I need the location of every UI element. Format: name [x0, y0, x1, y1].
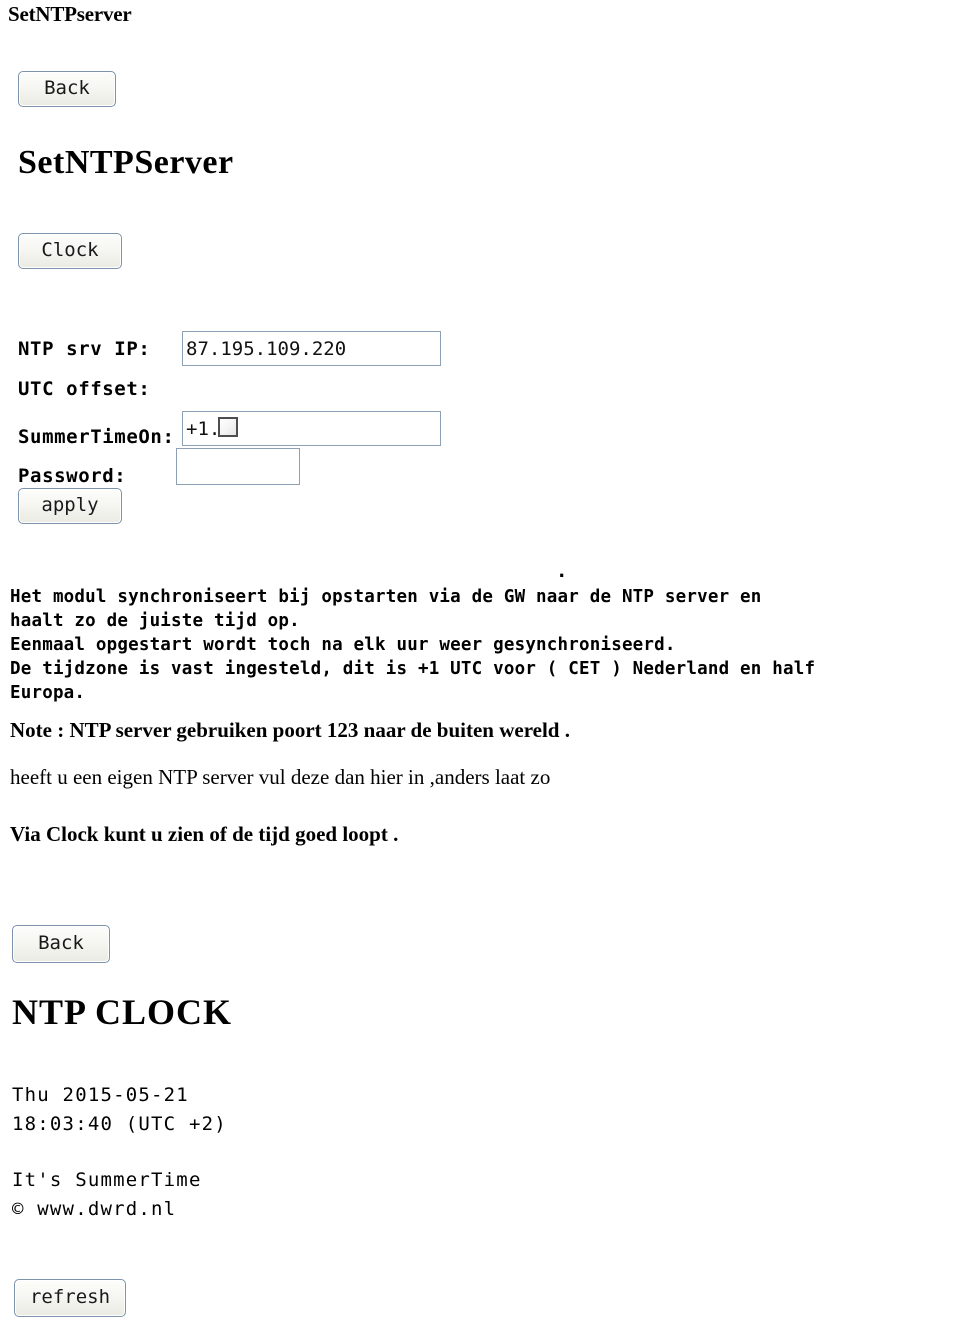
summer-time-label: SummerTimeOn: [18, 426, 175, 448]
page-title: SetNTPserver [8, 2, 132, 26]
clock-readout: Thu 2015-05-21 18:03:40 (UTC +2) [12, 1084, 227, 1135]
password-label: Password: [18, 465, 127, 487]
description-paragraph: Het modul synchroniseert bij opstarten v… [10, 587, 816, 703]
refresh-button[interactable]: refresh [14, 1279, 126, 1317]
ntp-ip-label: NTP srv IP: [18, 338, 151, 360]
note-line-own-server: heeft u een eigen NTP server vul deze da… [10, 765, 551, 789]
note-line-via-clock: Via Clock kunt u zien of de tijd goed lo… [10, 822, 399, 846]
clock-button[interactable]: Clock [18, 233, 122, 269]
form-row-ntp-ip: NTP srv IP: [18, 331, 458, 371]
summer-time-checkbox[interactable] [218, 417, 238, 437]
setntpserver-heading: SetNTPServer [18, 144, 234, 181]
ntp-settings-form: NTP srv IP: UTC offset: SummerTimeOn: Pa… [18, 331, 458, 487]
stray-period: . [556, 560, 568, 582]
utc-offset-label: UTC offset: [18, 378, 151, 400]
ntp-clock-heading: NTP CLOCK [12, 992, 233, 1032]
back-button-top[interactable]: Back [18, 71, 116, 107]
note-line-port: Note : NTP server gebruiken poort 123 na… [10, 718, 570, 742]
ntp-ip-input[interactable] [182, 331, 441, 366]
form-row-utc-offset: UTC offset: [18, 371, 458, 446]
password-input[interactable] [176, 448, 300, 485]
clock-footer-text: It's SummerTime © www.dwrd.nl [12, 1169, 202, 1220]
back-button-bottom[interactable]: Back [12, 925, 110, 963]
apply-button[interactable]: apply [18, 488, 122, 524]
